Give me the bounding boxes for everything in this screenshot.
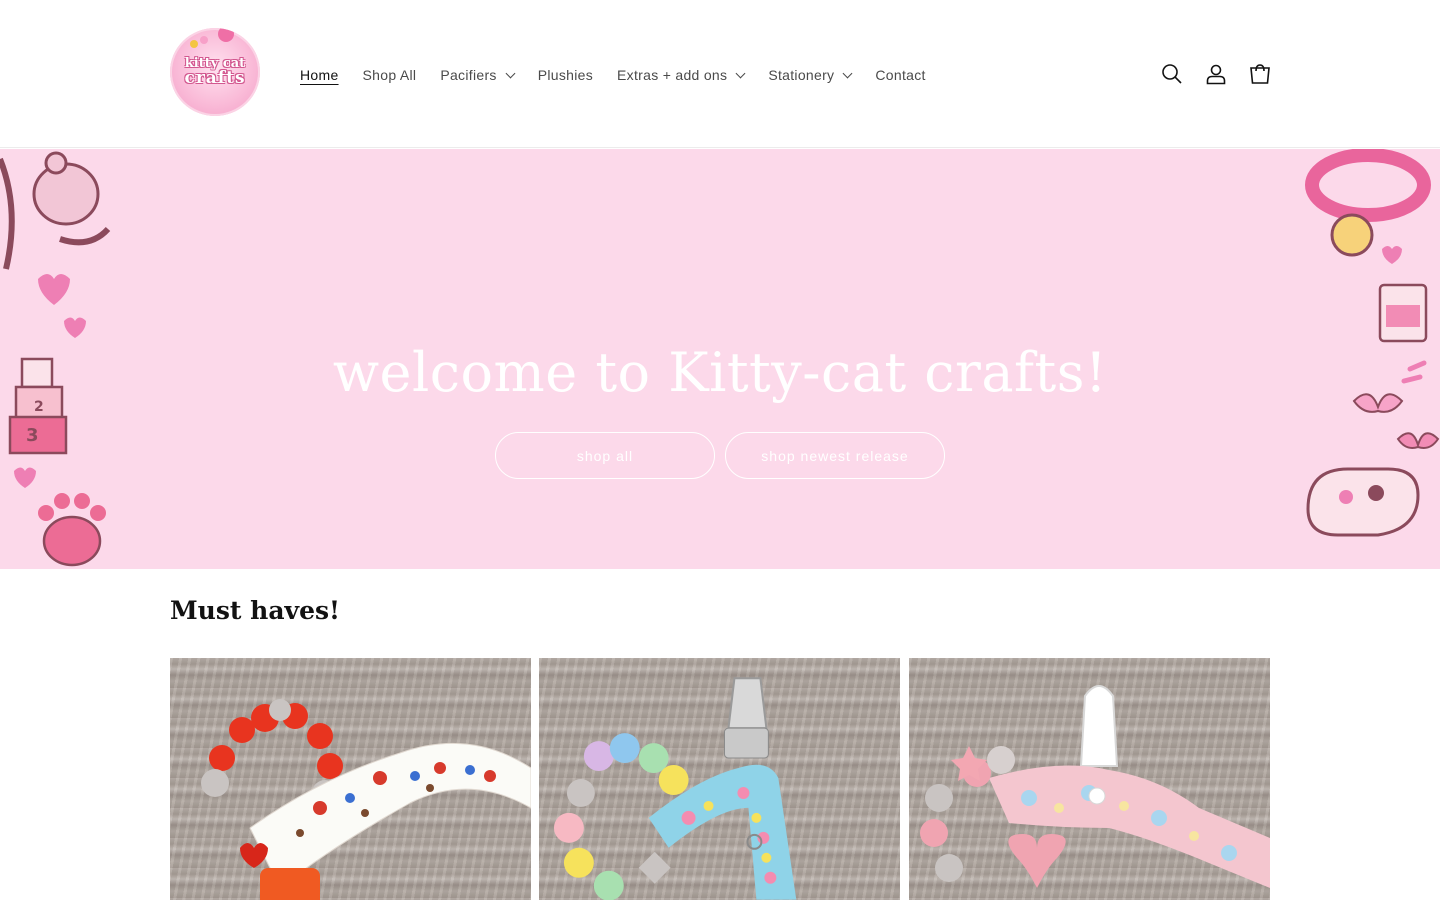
- logo-text: kitty cat crafts: [170, 56, 260, 88]
- nav-shop-all[interactable]: Shop All: [363, 67, 417, 83]
- chevron-down-icon: [735, 68, 746, 78]
- logo-paw-decoration: [190, 40, 198, 48]
- product-card[interactable]: [909, 658, 1270, 900]
- nav-shop-all-label: Shop All: [362, 67, 417, 83]
- site-logo[interactable]: kitty cat crafts: [170, 28, 260, 116]
- nav-home[interactable]: Home: [300, 67, 339, 83]
- account-icon[interactable]: [1204, 62, 1228, 86]
- site-header: kitty cat crafts Home Shop All Pacifiers…: [0, 0, 1440, 148]
- product-image: [201, 699, 531, 900]
- product-card[interactable]: [539, 658, 900, 900]
- chevron-down-icon: [505, 68, 516, 78]
- product-image: [553, 677, 797, 900]
- product-image: [920, 685, 1270, 888]
- nav-plushies[interactable]: Plushies: [538, 67, 593, 83]
- section-title: Must haves!: [170, 596, 341, 625]
- nav-extras[interactable]: Extras + add ons: [617, 67, 746, 83]
- logo-paw-decoration: [200, 36, 208, 44]
- chevron-down-icon: [842, 68, 853, 78]
- search-icon[interactable]: [1160, 62, 1184, 86]
- logo-ear-decoration: [218, 28, 234, 42]
- hero-banner: 3 2 welcome to Kitty-cat crafts! shop al…: [0, 149, 1440, 569]
- nav-pacifiers-label: Pacifiers: [440, 67, 497, 83]
- nav-contact[interactable]: Contact: [875, 67, 925, 83]
- svg-text:3: 3: [26, 425, 39, 446]
- nav-plushies-label: Plushies: [537, 67, 594, 83]
- nav-extras-label: Extras + add ons: [617, 67, 728, 83]
- nav-home-label: Home: [300, 67, 339, 83]
- main-nav: Home Shop All Pacifiers Plushies Extras …: [300, 64, 950, 86]
- nav-stationery-label: Stationery: [768, 67, 835, 83]
- nav-stationery[interactable]: Stationery: [768, 67, 853, 83]
- hero-title: welcome to Kitty-cat crafts!: [332, 341, 1108, 404]
- cart-icon[interactable]: [1248, 62, 1272, 86]
- shop-all-button[interactable]: shop all: [495, 432, 715, 479]
- product-card[interactable]: [170, 658, 531, 900]
- nav-contact-label: Contact: [875, 67, 926, 83]
- logo-line-2: crafts: [184, 68, 246, 88]
- shop-newest-release-button[interactable]: shop newest release: [725, 432, 945, 479]
- nav-pacifiers[interactable]: Pacifiers: [440, 67, 516, 83]
